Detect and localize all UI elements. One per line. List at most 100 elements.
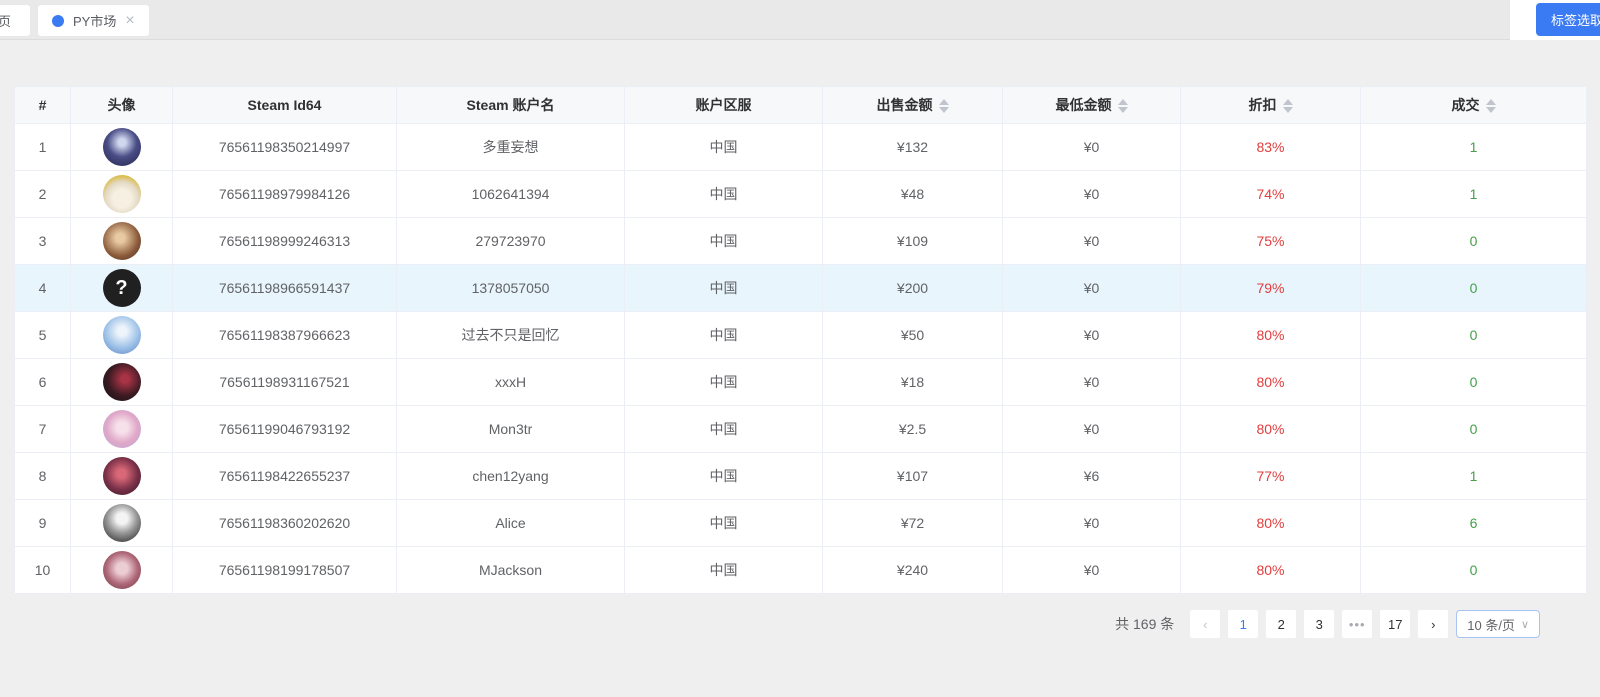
tab-py-market[interactable]: PY市场 × xyxy=(38,5,149,36)
steam-id64: 76561198931167521 xyxy=(172,358,397,406)
tab-py-market-label: PY市场 xyxy=(73,14,117,29)
sort-icon[interactable] xyxy=(1282,99,1293,114)
account-name: 过去不只是回忆 xyxy=(396,311,625,359)
sell-amount: ¥72 xyxy=(822,499,1003,547)
table-row[interactable]: 2 76561198979984126 1062641394 中国 ¥48 ¥0 74% 1 xyxy=(14,170,1587,218)
avatar[interactable] xyxy=(102,410,141,448)
avatar[interactable] xyxy=(102,316,141,354)
active-tab-dot-icon xyxy=(52,14,64,27)
column-header-min-amount[interactable]: 最低金额 xyxy=(1002,86,1181,124)
account-name: xxxH xyxy=(396,358,625,406)
avatar[interactable] xyxy=(102,128,141,166)
steam-id64: 76561198979984126 xyxy=(172,170,397,218)
page-button-3[interactable]: 3 xyxy=(1304,610,1335,638)
row-index: 10 xyxy=(14,546,71,594)
column-header-steam-id64: Steam Id64 xyxy=(172,86,397,124)
region: 中国 xyxy=(624,311,823,359)
column-label: # xyxy=(38,97,47,113)
total-count-label: 共 169 条 xyxy=(1115,616,1175,632)
column-header-deals[interactable]: 成交 xyxy=(1360,86,1587,124)
discount: 80% xyxy=(1180,499,1361,547)
deals: 0 xyxy=(1360,217,1587,265)
column-label: Steam Id64 xyxy=(247,97,322,113)
deals: 0 xyxy=(1360,405,1587,453)
sell-amount: ¥107 xyxy=(822,452,1003,500)
table-row[interactable]: 8 76561198422655237 chen12yang 中国 ¥107 ¥6 77% 1 xyxy=(14,452,1587,500)
row-index: 5 xyxy=(14,311,71,359)
row-index: 2 xyxy=(14,170,71,218)
deals: 0 xyxy=(1360,546,1587,594)
deals: 1 xyxy=(1360,123,1587,171)
sort-icon[interactable] xyxy=(938,99,949,114)
table-row[interactable]: 4? 76561198966591437 1378057050 中国 ¥200 ¥0 79%… xyxy=(14,264,1587,312)
page-size-value: 10 条/页 xyxy=(1467,617,1515,633)
table-row[interactable]: 9 76561198360202620 Alice 中国 ¥72 ¥0 80% 6 xyxy=(14,499,1587,547)
sort-icon[interactable] xyxy=(1485,99,1496,114)
main-content: # 头像 Steam Id64 Steam 账户名 账户区服 出售金额 最低金额 折扣 成交 1… xyxy=(0,40,1600,638)
next-page-button[interactable]: › xyxy=(1418,610,1449,638)
row-index: 4 xyxy=(14,264,71,312)
tab-home[interactable]: 首页 xyxy=(0,5,30,36)
table-row[interactable]: 7 76561199046793192 Mon3tr 中国 ¥2.5 ¥0 80% 0 xyxy=(14,405,1587,453)
tag-select-button[interactable]: 标签选取 xyxy=(1535,3,1600,36)
page-button-1[interactable]: 1 xyxy=(1228,610,1259,638)
avatar[interactable] xyxy=(102,175,141,213)
avatar-cell xyxy=(70,499,173,547)
prev-page-button[interactable]: ‹ xyxy=(1190,610,1221,638)
avatar-cell xyxy=(70,311,173,359)
page-list: 1 2 3 ••• 17 xyxy=(1228,610,1411,638)
close-icon[interactable]: × xyxy=(125,12,134,29)
avatar[interactable] xyxy=(102,222,141,260)
account-name: 279723970 xyxy=(396,217,625,265)
avatar[interactable] xyxy=(102,504,141,542)
sell-amount: ¥18 xyxy=(822,358,1003,406)
accounts-table: # 头像 Steam Id64 Steam 账户名 账户区服 出售金额 最低金额 折扣 成交 1… xyxy=(14,86,1587,594)
region: 中国 xyxy=(624,499,823,547)
min-amount: ¥0 xyxy=(1002,499,1181,547)
region: 中国 xyxy=(624,170,823,218)
page-size-select[interactable]: 10 条/页 ∨ xyxy=(1456,610,1540,638)
column-header-discount[interactable]: 折扣 xyxy=(1180,86,1361,124)
table-row[interactable]: 10 76561198199178507 MJackson 中国 ¥240 ¥0 80% 0 xyxy=(14,546,1587,594)
sell-amount: ¥240 xyxy=(822,546,1003,594)
table-body: 1 76561198350214997 多重妄想 中国 ¥132 ¥0 83% 1 2 76561… xyxy=(14,123,1587,594)
discount: 77% xyxy=(1180,452,1361,500)
discount: 75% xyxy=(1180,217,1361,265)
tab-bar: 首页 PY市场 × 标签选取 xyxy=(0,0,1600,40)
avatar[interactable] xyxy=(102,551,141,589)
discount: 80% xyxy=(1180,311,1361,359)
column-header-region: 账户区服 xyxy=(624,86,823,124)
steam-id64: 76561199046793192 xyxy=(172,405,397,453)
page-button-2[interactable]: 2 xyxy=(1266,610,1297,638)
avatar-cell xyxy=(70,170,173,218)
deals: 0 xyxy=(1360,358,1587,406)
region: 中国 xyxy=(624,452,823,500)
account-name: Alice xyxy=(396,499,625,547)
table-row[interactable]: 5 76561198387966623 过去不只是回忆 中国 ¥50 ¥0 80% 0 xyxy=(14,311,1587,359)
region: 中国 xyxy=(624,405,823,453)
sell-amount: ¥50 xyxy=(822,311,1003,359)
account-name: 1062641394 xyxy=(396,170,625,218)
avatar-cell xyxy=(70,217,173,265)
deals: 0 xyxy=(1360,311,1587,359)
sort-icon[interactable] xyxy=(1117,99,1128,114)
discount: 74% xyxy=(1180,170,1361,218)
page-ellipsis[interactable]: ••• xyxy=(1342,610,1373,638)
account-name: 多重妄想 xyxy=(396,123,625,171)
chevron-down-icon: ∨ xyxy=(1520,618,1529,631)
page-button-17[interactable]: 17 xyxy=(1380,610,1411,638)
steam-id64: 76561198966591437 xyxy=(172,264,397,312)
column-label: 头像 xyxy=(107,97,136,113)
avatar-cell: ? xyxy=(70,264,173,312)
min-amount: ¥6 xyxy=(1002,452,1181,500)
avatar-cell xyxy=(70,546,173,594)
row-index: 6 xyxy=(14,358,71,406)
steam-id64: 76561198387966623 xyxy=(172,311,397,359)
avatar[interactable] xyxy=(102,457,141,495)
column-header-sell-amount[interactable]: 出售金额 xyxy=(822,86,1003,124)
avatar[interactable]: ? xyxy=(102,269,141,307)
table-row[interactable]: 1 76561198350214997 多重妄想 中国 ¥132 ¥0 83% 1 xyxy=(14,123,1587,171)
avatar[interactable] xyxy=(102,363,141,401)
table-row[interactable]: 3 76561198999246313 279723970 中国 ¥109 ¥0 75% 0 xyxy=(14,217,1587,265)
table-row[interactable]: 6 76561198931167521 xxxH 中国 ¥18 ¥0 80% 0 xyxy=(14,358,1587,406)
